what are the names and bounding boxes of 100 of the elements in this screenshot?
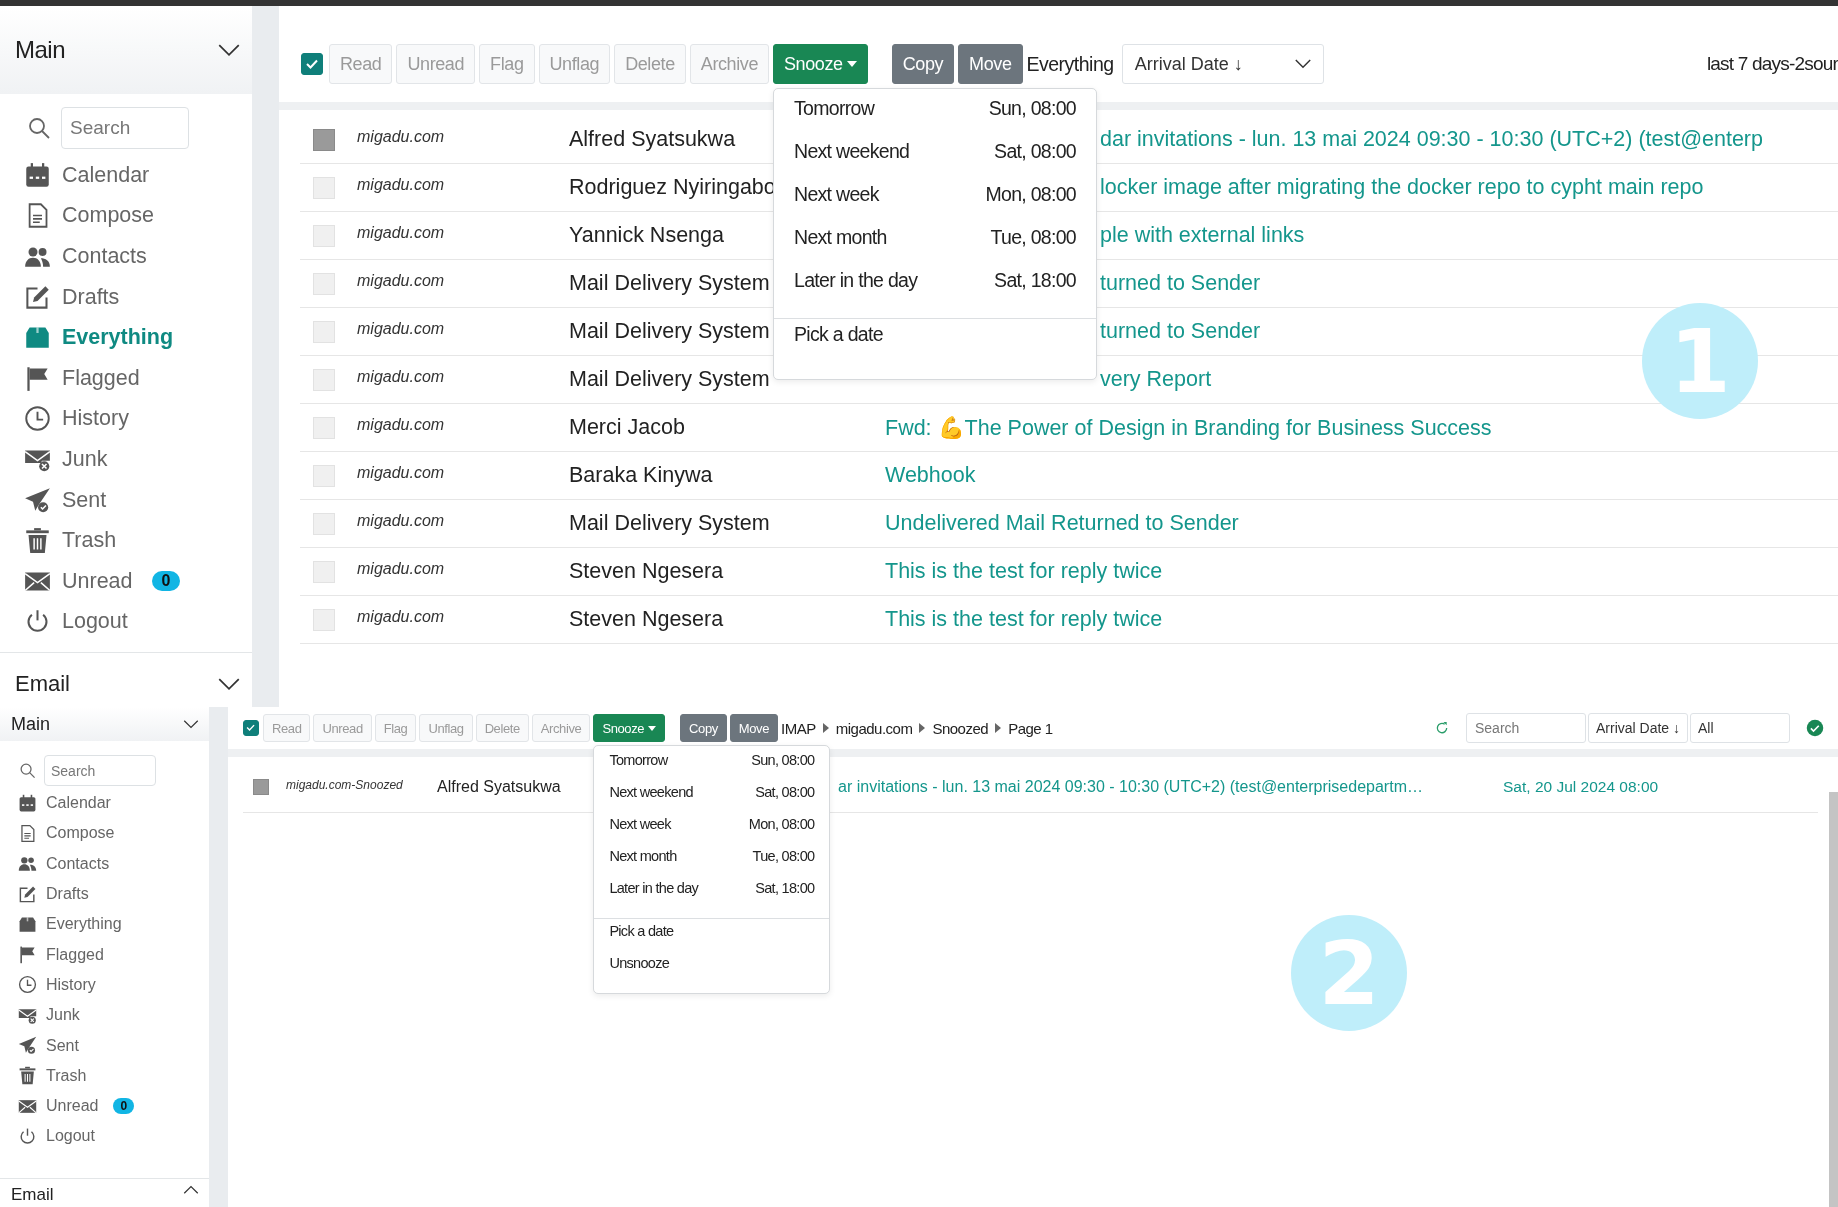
- breadcrumb-item[interactable]: Page 1: [1008, 719, 1053, 737]
- search-field[interactable]: Search: [61, 107, 189, 149]
- menu-item[interactable]: Unsnooze: [594, 955, 830, 987]
- section-title: Main: [15, 36, 66, 64]
- sidebar-item[interactable]: Trash: [0, 1060, 209, 1091]
- sidebar-item[interactable]: Junk: [0, 1000, 209, 1031]
- sender-name: Alfred Syatsukwa: [437, 777, 561, 796]
- scrollbar[interactable]: [1829, 792, 1838, 1207]
- subject-link[interactable]: dar invitations - lun. 13 mai 2024 09:30 - 10:30 (UTC+2) (test@enterp: [1100, 127, 1763, 151]
- sidebar-item[interactable]: History: [0, 969, 209, 1001]
- date-range-label: last 7 days-2sour: [1706, 53, 1838, 75]
- check-circle-icon: [1806, 719, 1824, 737]
- sidebar-item[interactable]: Unread 0: [0, 1090, 209, 1122]
- row-checkbox[interactable]: [253, 778, 269, 795]
- subject-link[interactable]: ar invitations - lun. 13 mai 2024 09:30 - 10:30 (UTC+2) (test@enterprisedepartm…: [838, 777, 1423, 795]
- menu-item[interactable]: Tomorrow Sun, 08:00: [594, 752, 830, 784]
- section-title: Email: [11, 1185, 54, 1205]
- caret-icon: [822, 723, 829, 733]
- source-label: migadu.com: [357, 271, 445, 290]
- subject-link[interactable]: very Report: [1100, 367, 1212, 391]
- menu-item[interactable]: Pick a date: [594, 923, 830, 955]
- sidebar-item[interactable]: Sent: [0, 1030, 209, 1061]
- sidebar-item[interactable]: Drafts: [0, 276, 252, 318]
- sender-name: Yannick Nsenga: [569, 223, 724, 248]
- paper-plane-icon: [18, 1036, 37, 1055]
- menu-item[interactable]: Next weekend Sat, 08:00: [594, 784, 830, 816]
- source-label: migadu.com: [357, 415, 445, 434]
- caret-icon: [846, 61, 857, 67]
- sidebar-item[interactable]: Logout: [0, 601, 252, 643]
- subject-link[interactable]: turned to Sender: [1100, 271, 1261, 295]
- search-field[interactable]: Search: [44, 755, 156, 786]
- sidebar-item[interactable]: Logout: [0, 1121, 209, 1152]
- sidebar-item[interactable]: Compose: [0, 818, 209, 849]
- subject-link[interactable]: ple with external links: [1100, 223, 1305, 247]
- subject-link[interactable]: Undelivered Mail Returned to Sender: [885, 511, 1239, 535]
- flag-icon: [18, 945, 37, 965]
- toolbar-button[interactable]: Snooze: [773, 44, 868, 84]
- sidebar-item[interactable]: Flagged: [0, 357, 252, 399]
- sender-name: Baraka Kinywa: [569, 463, 713, 488]
- sidebar-item[interactable]: Unread 0: [0, 560, 252, 602]
- breadcrumb-item[interactable]: Snoozed: [932, 719, 989, 737]
- select-all-checkbox[interactable]: [243, 720, 259, 736]
- row-checkbox[interactable]: [313, 128, 335, 151]
- search-field[interactable]: Search: [1465, 713, 1586, 743]
- sidebar-item[interactable]: Contacts: [0, 236, 252, 277]
- filter-select[interactable]: All: [1690, 713, 1790, 743]
- sidebar-item[interactable]: Compose: [0, 195, 252, 237]
- sort-select[interactable]: Arrival Date ↓: [1121, 44, 1324, 84]
- menu-item[interactable]: Next weekend Sat, 08:00: [774, 140, 1096, 183]
- toolbar-button[interactable]: Snooze: [593, 714, 666, 742]
- check-icon: [245, 722, 257, 734]
- search-icon: [19, 762, 36, 779]
- sidebar-item[interactable]: Everything: [0, 317, 252, 358]
- subject-link[interactable]: This is the test for reply twice: [885, 607, 1163, 631]
- sidebar-item[interactable]: Contacts: [0, 848, 209, 879]
- toolbar-button[interactable]: Copy: [680, 714, 727, 742]
- menu-item[interactable]: Next month Tue, 08:00: [594, 848, 830, 880]
- trash-icon: [18, 1066, 37, 1086]
- sidebar-item[interactable]: Junk: [0, 439, 252, 480]
- sidebar-item[interactable]: Calendar: [0, 155, 252, 196]
- subject-link[interactable]: This is the test for reply twice: [885, 559, 1163, 583]
- menu-item[interactable]: Next week Mon, 08:00: [774, 183, 1096, 226]
- sidebar-item[interactable]: Trash: [0, 520, 252, 561]
- sidebar-item[interactable]: History: [0, 398, 252, 440]
- menu-item[interactable]: Next week Mon, 08:00: [594, 816, 830, 848]
- subject-link[interactable]: Webhook: [885, 463, 976, 487]
- message-date: Sat, 20 Jul 2024 08:00: [1503, 777, 1660, 796]
- select-all-checkbox[interactable]: [301, 53, 323, 75]
- sender-name: Steven Ngesera: [569, 607, 724, 632]
- source-label: migadu.com: [357, 463, 445, 482]
- pencil-square-icon: [18, 884, 37, 904]
- count-badge: 0: [151, 571, 181, 592]
- menu-item[interactable]: Tomorrow Sun, 08:00: [774, 97, 1096, 140]
- subject-link[interactable]: Fwd: 💪The Power of Design in Branding for Business Success: [885, 415, 1492, 440]
- breadcrumb-item[interactable]: migadu.com: [835, 719, 913, 737]
- toolbar-button[interactable]: Copy: [891, 44, 955, 84]
- sender-name: Steven Ngesera: [569, 559, 724, 584]
- trash-icon: [24, 527, 51, 555]
- menu-item[interactable]: Pick a date: [774, 323, 1096, 375]
- menu-item[interactable]: Later in the day Sat, 18:00: [774, 269, 1096, 312]
- source-label: migadu.com: [357, 127, 445, 146]
- source-label: migadu.com: [357, 175, 445, 194]
- section-title: Email: [15, 671, 70, 697]
- sidebar-item[interactable]: Everything: [0, 909, 209, 940]
- flag-icon: [24, 364, 51, 392]
- sender-name: Mail Delivery System: [569, 511, 770, 536]
- menu-item[interactable]: Next month Tue, 08:00: [774, 226, 1096, 269]
- subject-link[interactable]: locker image after migrating the docker repo to cypht main repo: [1100, 175, 1704, 199]
- toolbar-button[interactable]: Move: [729, 714, 779, 742]
- sidebar-item[interactable]: Flagged: [0, 939, 209, 970]
- paper-plane-icon: [24, 486, 51, 514]
- sidebar-item[interactable]: Drafts: [0, 878, 209, 910]
- sender-name: Mail Delivery System: [569, 271, 770, 296]
- sidebar-item[interactable]: Sent: [0, 479, 252, 521]
- sidebar-item[interactable]: Calendar: [0, 788, 209, 819]
- breadcrumb-item[interactable]: IMAP: [781, 719, 816, 737]
- menu-item[interactable]: Later in the day Sat, 18:00: [594, 880, 830, 912]
- sort-select[interactable]: Arrival Date ↓: [1587, 713, 1688, 743]
- subject-link[interactable]: turned to Sender: [1100, 319, 1261, 343]
- toolbar-button[interactable]: Move: [958, 44, 1023, 84]
